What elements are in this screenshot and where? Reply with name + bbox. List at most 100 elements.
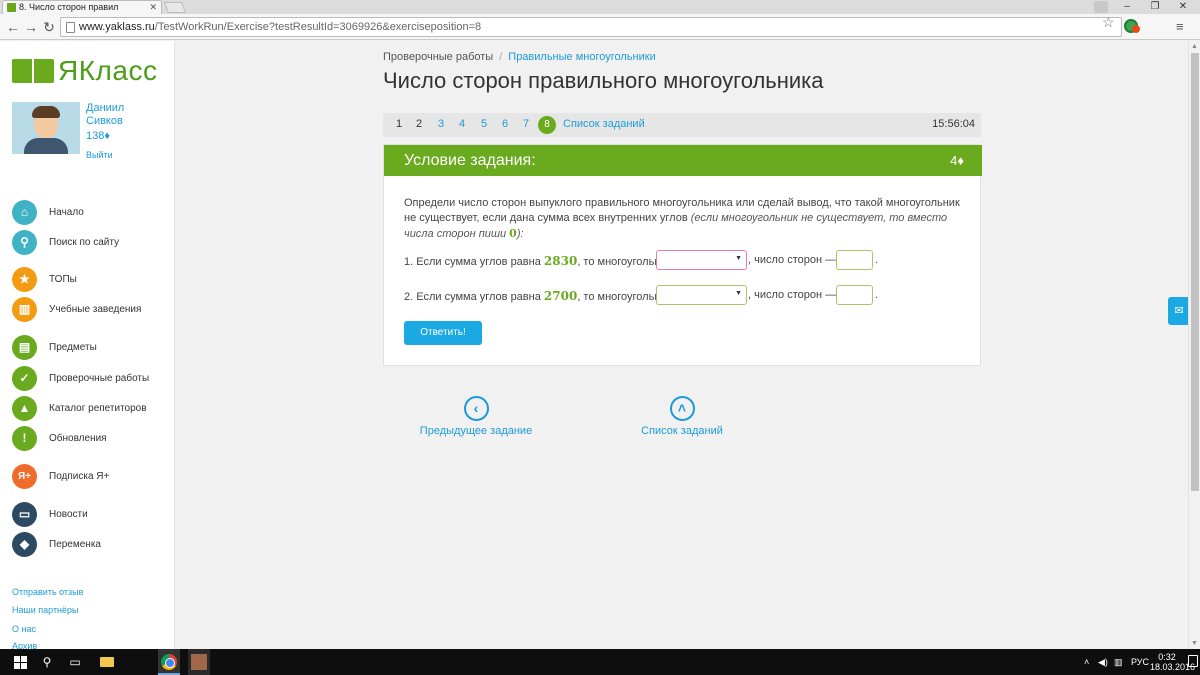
url-input[interactable]: www.yaklass.ru/TestWorkRun/Exercise?test…	[60, 17, 1122, 37]
timer: 15:56:04	[932, 118, 975, 130]
browser-menu-icon[interactable]: ≡	[1176, 19, 1184, 34]
angle-sum-1: 2830	[543, 254, 578, 268]
page-link-2[interactable]: 2	[416, 118, 422, 130]
search-icon[interactable]: ⚲	[38, 653, 56, 671]
browser-tab[interactable]: 8. Число сторон правил ✕	[2, 0, 162, 14]
dropdown-arrow-icon: ▼	[735, 290, 742, 297]
polygon-exists-select-1[interactable]: ▼	[656, 250, 747, 270]
bookmark-star-icon[interactable]: ☆	[1102, 14, 1115, 31]
windows-start-icon[interactable]	[12, 653, 30, 671]
sidebar-item-6[interactable]: ▲ Каталог репетиторов	[12, 396, 172, 422]
previous-task-link[interactable]: ‹ Предыдущее задание	[406, 396, 546, 437]
page-scrollbar[interactable]: ▲ ▼	[1188, 41, 1200, 649]
maximize-icon[interactable]: ❐	[1140, 0, 1170, 14]
scrollbar-thumb[interactable]	[1191, 53, 1199, 491]
page-link-7[interactable]: 7	[523, 118, 529, 130]
minimize-icon[interactable]: –	[1112, 0, 1142, 14]
sidebar-item-label: Проверочные работы	[49, 373, 150, 384]
sidebar-item-label: Поиск по сайту	[49, 237, 120, 248]
sidebar-item-label: Каталог репетиторов	[49, 403, 147, 414]
books-icon: ▤	[12, 335, 37, 360]
browser-tab-bar: 8. Число сторон правил ✕ – ❐ ✕	[0, 0, 1200, 14]
task-title: Условие задания:	[404, 152, 536, 169]
page-link-1[interactable]: 1	[396, 118, 402, 130]
scroll-up-icon[interactable]: ▲	[1191, 43, 1198, 50]
clock[interactable]: 0:32 18.03.2016	[1150, 652, 1195, 672]
file-explorer-icon[interactable]	[98, 653, 116, 671]
task-card: Условие задания: 4♦ Определи число сторо…	[383, 144, 982, 366]
user-name[interactable]: Даниил Сивков	[86, 102, 124, 128]
partners-link[interactable]: Наши партнёры	[12, 605, 79, 615]
tab-close-icon[interactable]: ✕	[149, 1, 157, 13]
forward-icon[interactable]: →	[22, 18, 40, 36]
logout-link[interactable]: Выйти	[86, 150, 113, 160]
check-icon: ✓	[12, 366, 37, 391]
polygon-exists-select-2[interactable]: ▼	[656, 285, 747, 305]
user-last-name[interactable]: Сивков	[86, 115, 124, 128]
tab-title: 8. Число сторон правил	[19, 2, 119, 12]
user-points: 138♦	[86, 130, 110, 142]
page-link-3[interactable]: 3	[438, 118, 444, 130]
chrome-taskbar-icon[interactable]	[158, 649, 180, 675]
feedback-link[interactable]: Отправить отзыв	[12, 587, 83, 597]
sidebar-item-10[interactable]: ◆ Переменка	[12, 532, 172, 558]
breadcrumb-root[interactable]: Проверочные работы	[383, 51, 493, 63]
avatar[interactable]	[12, 102, 80, 154]
sidebar-item-1[interactable]: ⚲ Поиск по сайту	[12, 230, 172, 256]
page-current-8[interactable]: 8	[538, 116, 556, 134]
logo-book-icon	[12, 59, 54, 83]
breadcrumb-current[interactable]: Правильные многоугольники	[508, 51, 655, 63]
news-icon: ▭	[12, 502, 37, 527]
new-tab-button[interactable]	[163, 2, 187, 13]
sidebar-item-label: Новости	[49, 509, 88, 520]
photo-app-taskbar-icon[interactable]	[188, 649, 210, 675]
exclamation-icon: !	[12, 426, 37, 451]
previous-task-label[interactable]: Предыдущее задание	[406, 425, 546, 437]
task-list-link[interactable]: Список заданий	[563, 118, 645, 130]
reload-icon[interactable]: ↻	[40, 18, 58, 36]
language-indicator[interactable]: РУС	[1131, 657, 1149, 667]
sides-label-2: , число сторон —	[748, 289, 837, 301]
network-icon[interactable]: ▥	[1114, 657, 1123, 668]
sidebar-item-2[interactable]: ★ ТОПы	[12, 267, 172, 293]
sidebar-item-4[interactable]: ▤ Предметы	[12, 335, 172, 361]
sidebar-item-label: Подписка Я+	[49, 471, 110, 482]
scroll-down-icon[interactable]: ▼	[1191, 640, 1198, 647]
dropdown-arrow-icon: ▼	[735, 255, 742, 262]
volume-icon[interactable]: ◀)	[1098, 657, 1108, 668]
sidebar-item-9[interactable]: ▭ Новости	[12, 502, 172, 528]
task-text-zero: 0	[509, 227, 517, 240]
answer-button[interactable]: Ответить!	[404, 321, 482, 345]
feedback-mail-icon[interactable]: ✉	[1168, 297, 1190, 325]
notifications-icon[interactable]	[1188, 655, 1198, 667]
windows-taskbar: ⚲ ▭ ˄ ◀) ▥ РУС 0:32 18.03.2016	[0, 649, 1200, 675]
task-score: 4♦	[950, 153, 964, 168]
task-list-label[interactable]: Список заданий	[612, 425, 752, 437]
sidebar-item-label: Учебные заведения	[49, 304, 142, 315]
tray-arrow-icon[interactable]: ˄	[1084, 657, 1089, 667]
window-close-icon[interactable]: ✕	[1168, 0, 1198, 14]
sidebar-item-3[interactable]: ▥ Учебные заведения	[12, 297, 172, 323]
task-list-nav-link[interactable]: ˄ Список заданий	[612, 396, 752, 437]
search-icon: ⚲	[12, 230, 37, 255]
sidebar-item-label: ТОПы	[49, 274, 77, 285]
back-icon[interactable]: ←	[4, 18, 22, 36]
sidebar-item-0[interactable]: ⌂ Начало	[12, 200, 172, 226]
user-first-name[interactable]: Даниил	[86, 102, 124, 115]
logo-text: ЯКласс	[58, 55, 158, 86]
task-view-icon[interactable]: ▭	[66, 653, 84, 671]
question-row-1: 1. Если сумма углов равна 2830, то много…	[404, 254, 672, 268]
page-link-4[interactable]: 4	[459, 118, 465, 130]
sidebar-item-8[interactable]: Я+ Подписка Я+	[12, 464, 172, 490]
sidebar-item-label: Предметы	[49, 342, 97, 353]
sidebar-item-7[interactable]: ! Обновления	[12, 426, 172, 452]
browser-user-icon[interactable]	[1094, 1, 1108, 13]
about-link[interactable]: О нас	[12, 624, 36, 634]
url-host: www.yaklass.ru	[79, 21, 155, 33]
page-link-5[interactable]: 5	[481, 118, 487, 130]
sides-input-1[interactable]	[836, 250, 873, 270]
sides-input-2[interactable]	[836, 285, 873, 305]
sidebar-item-5[interactable]: ✓ Проверочные работы	[12, 366, 172, 392]
page-link-6[interactable]: 6	[502, 118, 508, 130]
bell-icon: ◆	[12, 532, 37, 557]
